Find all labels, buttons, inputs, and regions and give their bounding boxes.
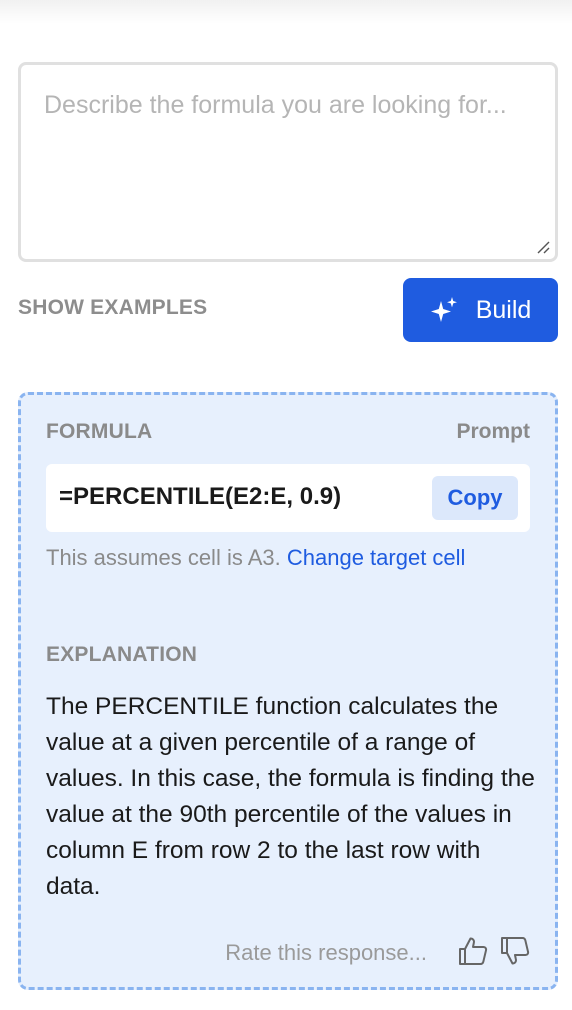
- change-target-cell-link[interactable]: Change target cell: [287, 545, 466, 570]
- target-cell-text: This assumes cell is A3.: [46, 545, 281, 570]
- prompt-link[interactable]: Prompt: [457, 420, 531, 444]
- thumbs-down-icon[interactable]: [499, 935, 531, 967]
- explanation-heading: EXPLANATION: [46, 643, 198, 666]
- prompt-input[interactable]: [21, 65, 555, 259]
- build-button[interactable]: Build: [403, 278, 558, 342]
- rate-prompt: Rate this response...: [225, 940, 427, 965]
- result-card: FORMULA Prompt =PERCENTILE(E2:E, 0.9) Co…: [18, 392, 558, 990]
- resize-grip-icon[interactable]: [536, 240, 550, 254]
- formula-heading: FORMULA: [46, 420, 153, 443]
- build-label: Build: [475, 295, 532, 324]
- prompt-box[interactable]: [18, 62, 558, 262]
- explanation-text: The PERCENTILE function calculates the v…: [46, 693, 535, 900]
- formula-text: =PERCENTILE(E2:E, 0.9): [59, 483, 342, 510]
- sparkle-icon: [430, 297, 457, 322]
- copy-button[interactable]: Copy: [432, 476, 518, 520]
- target-cell-note: This assumes cell is A3. Change target c…: [46, 545, 465, 571]
- formula-box: =PERCENTILE(E2:E, 0.9) Copy: [46, 464, 530, 532]
- top-shadow: [0, 0, 572, 24]
- thumbs-up-icon[interactable]: [457, 935, 489, 967]
- show-examples-link[interactable]: SHOW EXAMPLES: [18, 296, 207, 320]
